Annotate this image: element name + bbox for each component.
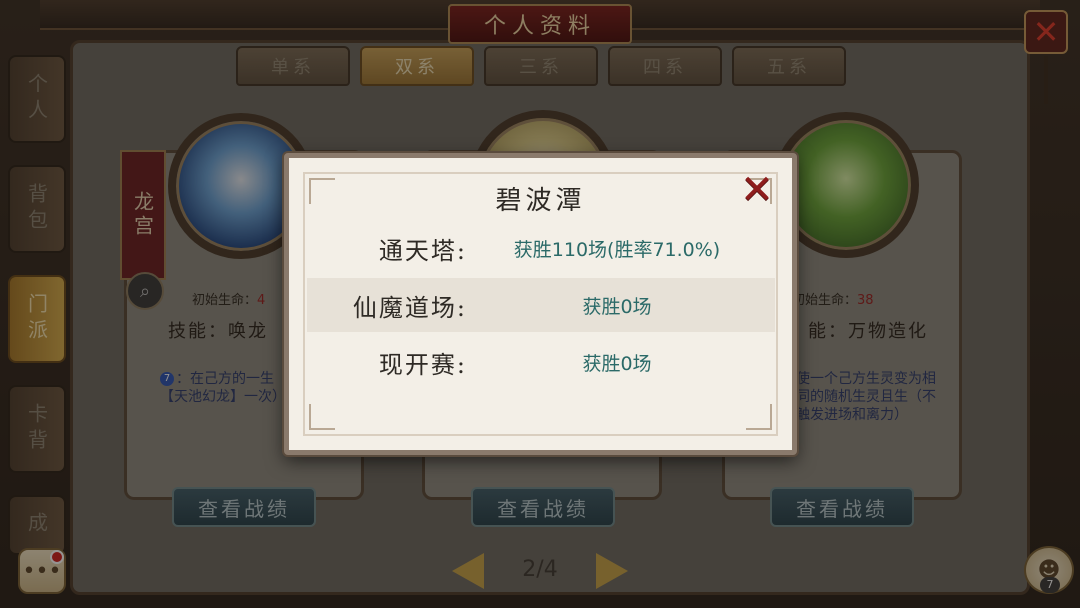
close-icon: ✕ [740,167,774,213]
stat-value: 获胜110场(胜率71.0%) [513,238,721,261]
stat-label: 通天塔: [378,236,467,265]
stat-label: 仙魔道场: [352,293,467,322]
dialog-close-button[interactable]: ✕ [735,167,779,213]
dialog-title: 碧波潭 [495,186,586,216]
corner-ornament [309,404,335,430]
stat-row: 通天塔: 获胜110场(胜率71.0%) [307,221,775,275]
corner-ornament [746,404,772,430]
stat-row: 现开赛: 获胜0场 [307,335,775,389]
stat-value: 获胜0场 [582,295,652,318]
sect-record-dialog: 碧波潭 ✕ 通天塔: 获胜110场(胜率71.0%) 仙魔道场: 获胜0场 现开… [284,153,797,455]
stat-value: 获胜0场 [582,352,652,375]
stat-row: 仙魔道场: 获胜0场 [307,278,775,332]
stat-label: 现开赛: [378,350,467,379]
